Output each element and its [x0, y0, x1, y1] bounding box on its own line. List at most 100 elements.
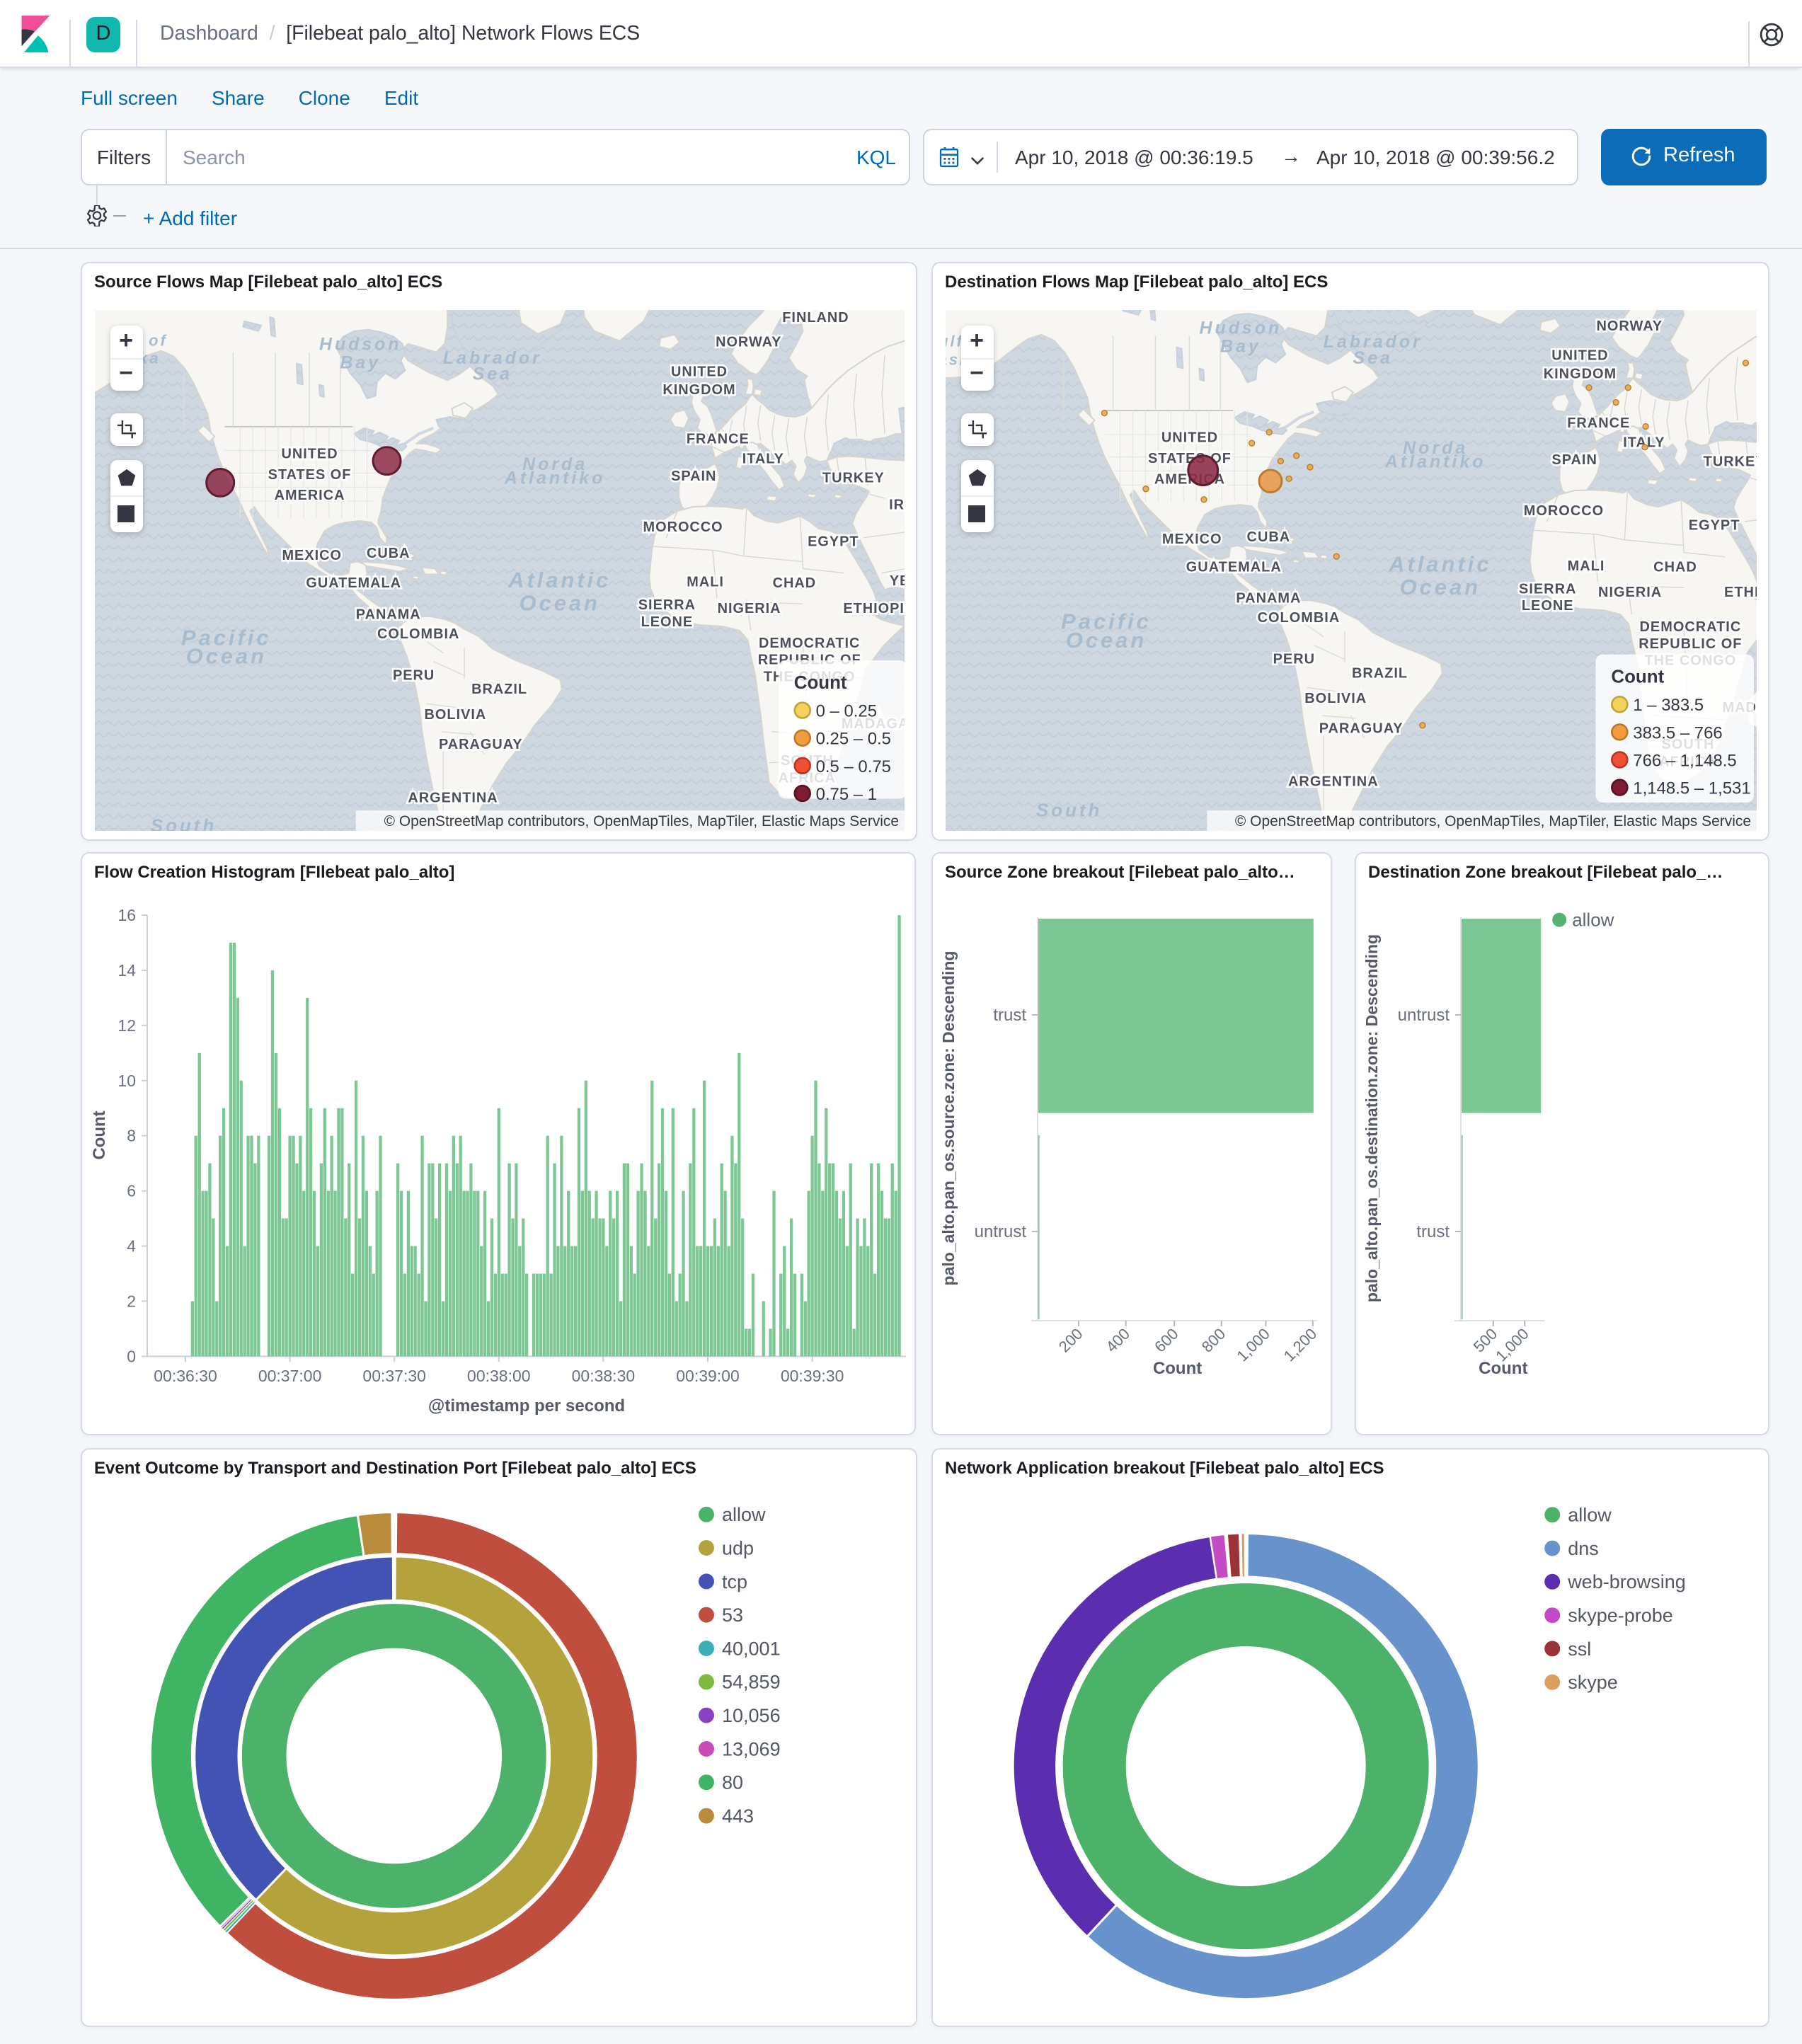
svg-text:PANAMA: PANAMA [355, 606, 420, 621]
svg-text:tcp: tcp [722, 1571, 747, 1592]
svg-text:443: 443 [722, 1805, 754, 1827]
svg-text:YEM: YEM [889, 573, 904, 588]
svg-text:COLOMBIA: COLOMBIA [377, 626, 459, 641]
svg-text:Ocean: Ocean [1399, 574, 1481, 599]
svg-text:BOLIVIA: BOLIVIA [1304, 690, 1366, 706]
svg-text:Atlantiko: Atlantiko [503, 468, 604, 488]
svg-text:ARGENTINA: ARGENTINA [407, 789, 497, 805]
svg-text:Count: Count [90, 1110, 109, 1159]
svg-text:TURKEY: TURKEY [1703, 454, 1756, 469]
svg-text:trust: trust [993, 1005, 1026, 1024]
svg-text:CUBA: CUBA [1246, 529, 1290, 544]
svg-text:BRAZIL: BRAZIL [471, 681, 527, 696]
svg-text:FRANCE: FRANCE [1566, 415, 1629, 430]
svg-text:0: 0 [127, 1346, 136, 1365]
svg-text:MALI: MALI [686, 574, 723, 590]
svg-text:PERU: PERU [1273, 651, 1314, 667]
svg-text:MOROCCO: MOROCCO [643, 519, 723, 534]
svg-text:Hudson: Hudson [1198, 318, 1281, 338]
svg-text:SPAIN: SPAIN [670, 468, 716, 483]
svg-text:400: 400 [1102, 1324, 1133, 1355]
svg-text:10,056: 10,056 [722, 1705, 781, 1726]
svg-text:0 – 0.25: 0 – 0.25 [815, 701, 876, 720]
svg-text:Ocean: Ocean [519, 590, 599, 615]
svg-text:UNITED: UNITED [1551, 348, 1607, 363]
svg-text:Atlantiko: Atlantiko [1384, 452, 1486, 471]
svg-text:Count: Count [1479, 1358, 1527, 1377]
svg-text:GUATEMALA: GUATEMALA [305, 575, 401, 590]
svg-text:CHAD: CHAD [1653, 558, 1697, 574]
svg-text:South: South [1035, 800, 1101, 820]
svg-text:FRANCE: FRANCE [686, 431, 749, 447]
svg-text:54,859: 54,859 [722, 1672, 781, 1693]
svg-text:© OpenStreetMap contributors,: © OpenStreetMap contributors, OpenMapTil… [1234, 813, 1750, 829]
svg-text:14: 14 [117, 960, 136, 979]
svg-text:Count: Count [1153, 1358, 1202, 1377]
svg-text:TURKEY: TURKEY [822, 470, 884, 486]
svg-text:MEXICO: MEXICO [1161, 531, 1222, 546]
svg-text:NORWAY: NORWAY [1596, 318, 1663, 333]
svg-text:IRAQ: IRAQ [888, 496, 904, 512]
svg-text:Sea: Sea [472, 364, 512, 384]
svg-text:1,148.5 – 1,531: 1,148.5 – 1,531 [1632, 779, 1750, 798]
svg-text:200: 200 [1055, 1324, 1086, 1355]
svg-text:trust: trust [1416, 1222, 1450, 1241]
svg-text:16: 16 [117, 905, 136, 924]
svg-text:10: 10 [117, 1071, 136, 1089]
svg-text:© OpenStreetMap contributors,: © OpenStreetMap contributors, OpenMapTil… [384, 813, 898, 829]
svg-text:South: South [150, 816, 216, 831]
svg-text:40,001: 40,001 [722, 1638, 781, 1659]
svg-text:web-browsing: web-browsing [1567, 1571, 1686, 1592]
svg-text:ITALY: ITALY [742, 451, 784, 466]
svg-text:MOROCCO: MOROCCO [1523, 503, 1603, 518]
svg-text:skype: skype [1568, 1672, 1618, 1693]
svg-text:Hudson: Hudson [318, 333, 401, 353]
svg-text:Ocean: Ocean [185, 643, 266, 668]
svg-text:600: 600 [1151, 1324, 1182, 1355]
svg-text:00:38:30: 00:38:30 [572, 1366, 636, 1384]
svg-text:00:36:30: 00:36:30 [154, 1366, 217, 1384]
svg-text:00:38:00: 00:38:00 [467, 1366, 531, 1384]
svg-text:Ocean: Ocean [1065, 627, 1147, 652]
svg-text:Sea: Sea [1353, 348, 1392, 367]
svg-text:skype-probe: skype-probe [1568, 1605, 1673, 1626]
svg-text:palo_alto.pan_os.destination.z: palo_alto.pan_os.destination.zone: Desce… [1362, 934, 1381, 1302]
svg-text:@timestamp per second: @timestamp per second [428, 1396, 625, 1415]
svg-text:AMERICA: AMERICA [274, 487, 345, 503]
svg-text:00:39:00: 00:39:00 [676, 1366, 740, 1384]
svg-text:ARGENTINA: ARGENTINA [1287, 773, 1378, 788]
svg-text:SIERRA: SIERRA [1518, 580, 1576, 596]
svg-text:Bay: Bay [1219, 336, 1261, 356]
svg-text:allow: allow [1568, 1505, 1612, 1526]
svg-text:13,069: 13,069 [722, 1738, 781, 1759]
svg-text:BOLIVIA: BOLIVIA [424, 706, 486, 722]
svg-text:8: 8 [127, 1126, 136, 1144]
svg-text:MALI: MALI [1567, 558, 1605, 573]
svg-text:LEONE: LEONE [1521, 597, 1573, 613]
svg-text:KINGDOM: KINGDOM [1543, 365, 1616, 381]
svg-text:KINGDOM: KINGDOM [662, 381, 735, 397]
svg-text:0.75 – 1: 0.75 – 1 [815, 784, 876, 803]
svg-text:00:37:30: 00:37:30 [362, 1366, 426, 1384]
svg-text:NIGERIA: NIGERIA [717, 600, 781, 616]
svg-text:untrust: untrust [1398, 1005, 1450, 1024]
svg-text:PANAMA: PANAMA [1235, 590, 1300, 606]
svg-text:6: 6 [127, 1181, 136, 1200]
svg-text:FINLAND: FINLAND [781, 309, 848, 325]
svg-text:dns: dns [1568, 1538, 1599, 1559]
svg-text:1,000: 1,000 [1233, 1324, 1273, 1365]
svg-text:ssl: ssl [1568, 1638, 1591, 1660]
svg-text:GUATEMALA: GUATEMALA [1186, 558, 1281, 574]
svg-text:STATES OF: STATES OF [268, 466, 351, 482]
svg-text:Bay: Bay [339, 352, 380, 372]
svg-text:CHAD: CHAD [772, 575, 816, 590]
svg-text:80: 80 [722, 1772, 743, 1793]
svg-text:palo_alto.pan_os.source.zone:: palo_alto.pan_os.source.zone: Descending [939, 951, 958, 1285]
svg-text:ETHIOPIA: ETHIOPIA [842, 600, 904, 616]
svg-text:383.5 – 766: 383.5 – 766 [1632, 723, 1721, 742]
svg-text:PARAGUAY: PARAGUAY [1319, 720, 1403, 735]
svg-text:00:39:30: 00:39:30 [781, 1366, 844, 1384]
svg-text:EGYPT: EGYPT [1688, 517, 1740, 533]
svg-text:Count: Count [793, 672, 847, 692]
svg-text:allow: allow [1572, 909, 1614, 930]
